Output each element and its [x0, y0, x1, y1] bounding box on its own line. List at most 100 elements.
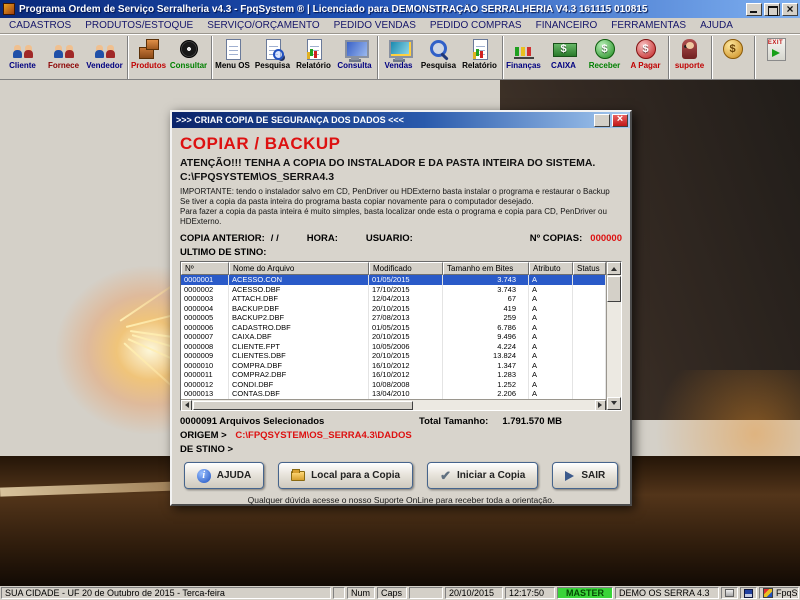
- toolbar-button-label: Finanças: [506, 61, 541, 70]
- col-header-num[interactable]: Nº: [181, 262, 229, 275]
- search-icon: [427, 37, 451, 61]
- toolbar-button[interactable]: $: [711, 36, 752, 79]
- dialog-help-button[interactable]: [594, 113, 610, 127]
- toolbar-button[interactable]: Produtos: [127, 36, 168, 79]
- close-button[interactable]: [782, 2, 798, 16]
- status-user: MASTER: [557, 587, 613, 599]
- ajuda-button[interactable]: i AJUDA: [183, 462, 265, 489]
- scroll-right-icon[interactable]: [595, 399, 606, 410]
- info-icon: i: [196, 468, 211, 483]
- note-line: Para fazer a copia da pasta inteira é mu…: [180, 207, 607, 226]
- toolbar-button-label: suporte: [674, 61, 705, 70]
- toolbar-button[interactable]: Consulta: [334, 36, 375, 79]
- toolbar-button-label: Consultar: [169, 61, 208, 70]
- toolbar-button[interactable]: $ Receber: [584, 36, 625, 79]
- workspace-background: >>> CRIAR COPIA DE SEGURANÇA DOS DADOS <…: [0, 80, 800, 586]
- people-icon: [11, 37, 35, 61]
- menu-item[interactable]: PEDIDO COMPRAS: [423, 19, 529, 32]
- status-brand: FpqSystem: [759, 587, 799, 599]
- status-time: 12:17:50: [505, 587, 555, 599]
- disc-icon: [177, 37, 201, 61]
- table-row[interactable]: 0000011 COMPRA2.DBF 16/10/2012 1.283 A: [181, 370, 606, 380]
- dialog-titlebar: >>> CRIAR COPIA DE SEGURANÇA DOS DADOS <…: [172, 112, 630, 128]
- col-header-modified[interactable]: Modificado: [369, 262, 443, 275]
- coin-icon: $: [721, 37, 745, 61]
- table-row[interactable]: 0000004 BACKUP.DBF 20/10/2015 419 A: [181, 303, 606, 313]
- col-header-status[interactable]: Status: [573, 262, 606, 275]
- toolbar-button[interactable]: $ CAIXA: [543, 36, 584, 79]
- menu-item[interactable]: FERRAMENTAS: [604, 19, 693, 32]
- minimize-button[interactable]: [746, 2, 762, 16]
- toolbar-button[interactable]: Cliente: [2, 36, 43, 79]
- table-row[interactable]: 0000006 CADASTRO.DBF 01/05/2015 6.786 A: [181, 322, 606, 332]
- table-row[interactable]: 0000003 ATTACH.DBF 12/04/2013 67 A: [181, 294, 606, 304]
- toolbar-button[interactable]: Consultar: [168, 36, 209, 79]
- table-row[interactable]: 0000002 ACESSO.DBF 17/10/2015 3.743 A: [181, 284, 606, 294]
- toolbar-button-label: Fornece: [47, 61, 80, 70]
- status-spacer: [333, 587, 345, 599]
- iniciar-copia-button[interactable]: ✔ Iniciar a Copia: [427, 462, 539, 489]
- titlebar: Programa Ordem de Serviço Serralheria v4…: [0, 0, 800, 18]
- toolbar-button[interactable]: Pesquisa: [252, 36, 293, 79]
- hora-label: HORA:: [306, 233, 338, 244]
- toolbar-button-label: Pesquisa: [254, 61, 291, 70]
- menu-item[interactable]: PEDIDO VENDAS: [327, 19, 423, 32]
- toolbar-button[interactable]: $ A Pagar: [625, 36, 666, 79]
- table-row[interactable]: 0000009 CLIENTES.DBF 20/10/2015 13.824 A: [181, 351, 606, 361]
- toolbar-button-label: Consulta: [337, 61, 372, 70]
- toolbar-button[interactable]: Finanças: [502, 36, 543, 79]
- col-header-size[interactable]: Tamanho em Bites: [443, 262, 529, 275]
- table-row[interactable]: 0000005 BACKUP2.DBF 27/08/2013 259 A: [181, 313, 606, 323]
- toolbar-button[interactable]: Relatório: [459, 36, 500, 79]
- menu-item[interactable]: AJUDA: [693, 19, 740, 32]
- status-date: 20/10/2015: [445, 587, 503, 599]
- app-icon: [3, 3, 15, 15]
- check-icon: ✔: [440, 468, 451, 483]
- total-size-label: Total Tamanho:: [419, 416, 489, 427]
- dialog-footnote: Qualquer dúvida acesse o nosso Suporte O…: [247, 495, 555, 505]
- menu-item[interactable]: PRODUTOS/ESTOQUE: [78, 19, 200, 32]
- toolbar-button[interactable]: EXIT: [754, 36, 795, 79]
- note-line: Se tiver a copia da pasta inteira do pro…: [180, 197, 534, 206]
- table-row[interactable]: 0000008 CLIENTE.FPT 10/05/2006 4.224 A: [181, 341, 606, 351]
- toolbar-button-label: Vendedor: [86, 61, 123, 70]
- table-row[interactable]: 0000012 CONDI.DBF 10/08/2008 1.252 A: [181, 379, 606, 389]
- toolbar-button[interactable]: Relatório: [293, 36, 334, 79]
- horizontal-scroll-thumb[interactable]: [193, 400, 413, 410]
- status-product: DEMO OS SERRA 4.3: [615, 587, 719, 599]
- menu-item[interactable]: SERVIÇO/ORÇAMENTO: [200, 19, 326, 32]
- total-size-value: 1.791.570 MB: [502, 416, 562, 427]
- vertical-scroll-thumb[interactable]: [607, 276, 621, 302]
- col-header-attr[interactable]: Atributo: [529, 262, 573, 275]
- printer-icon: [725, 589, 734, 597]
- vertical-scrollbar[interactable]: [606, 262, 621, 410]
- toolbar-button[interactable]: Fornece: [43, 36, 84, 79]
- menu-item[interactable]: CADASTROS: [2, 19, 78, 32]
- table-row[interactable]: 0000007 CAIXA.DBF 20/10/2015 9.496 A: [181, 332, 606, 342]
- scroll-down-icon[interactable]: [607, 397, 621, 410]
- toolbar-button[interactable]: Vendedor: [84, 36, 125, 79]
- sair-button[interactable]: SAIR: [552, 462, 619, 489]
- toolbar-button[interactable]: suporte: [668, 36, 709, 79]
- toolbar-button-label: Pesquisa: [420, 61, 457, 70]
- scroll-left-icon[interactable]: [181, 399, 192, 410]
- summary-row: 0000091 Arquivos Selecionados Total Tama…: [180, 416, 622, 427]
- scroll-up-icon[interactable]: [607, 262, 621, 275]
- origem-label: ORIGEM >: [180, 430, 227, 441]
- monitor-icon: [343, 37, 369, 61]
- table-row[interactable]: 0000001 ACESSO.CON 01/05/2015 3.743 A: [181, 275, 606, 285]
- local-copia-button[interactable]: Local para a Copia: [278, 462, 414, 489]
- menu-item[interactable]: FINANCEIRO: [529, 19, 605, 32]
- horizontal-scrollbar[interactable]: [181, 399, 606, 410]
- toolbar-button[interactable]: Vendas: [377, 36, 418, 79]
- col-header-name[interactable]: Nome do Arquivo: [229, 262, 369, 275]
- table-row[interactable]: 0000010 COMPRA.DBF 16/10/2012 1.347 A: [181, 360, 606, 370]
- dialog-close-button[interactable]: [612, 113, 628, 127]
- status-insert: [409, 587, 443, 599]
- dialog-heading: COPIAR / BACKUP: [180, 134, 341, 153]
- toolbar-button[interactable]: Menu OS: [211, 36, 252, 79]
- maximize-button[interactable]: [764, 2, 780, 16]
- table-row[interactable]: 0000013 CONTAS.DBF 13/04/2010 2.206 A: [181, 389, 606, 399]
- toolbar-button[interactable]: Pesquisa: [418, 36, 459, 79]
- menubar: CADASTROS PRODUTOS/ESTOQUE SERVIÇO/ORÇAM…: [0, 18, 800, 34]
